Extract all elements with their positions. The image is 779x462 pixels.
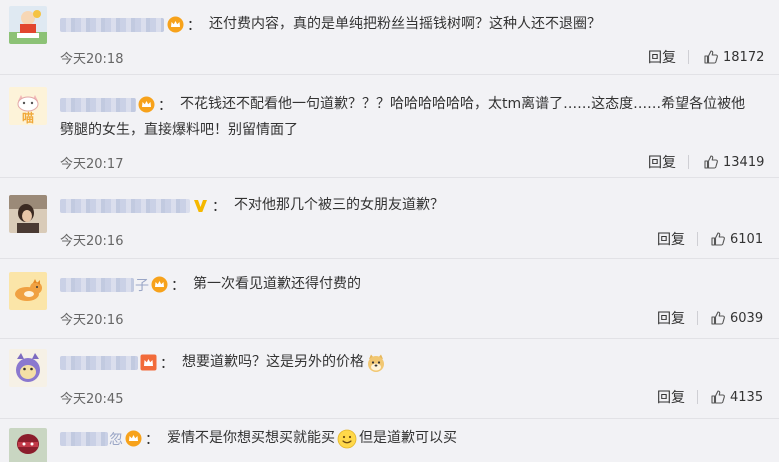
crown-badge-icon	[167, 16, 184, 33]
comment-item: ： 还付费内容，真的是单纯把粉丝当摇钱树啊？这种人还不退圈？ 今天20:18 回…	[0, 0, 779, 75]
comment-text: 第一次看见道歉还得付费的	[193, 276, 361, 292]
timestamp: 今天20:18	[60, 52, 124, 67]
comment-text: 不对他那几个被三的女朋友道歉？	[234, 197, 444, 213]
comment-text-line1: 不花钱还不配看他一句道歉？？？哈哈哈哈哈哈，太tm离谱了……这态度……希望各位被…	[180, 96, 746, 112]
username-blurred[interactable]	[60, 277, 134, 292]
username-blurred[interactable]	[60, 17, 164, 32]
divider	[697, 311, 698, 325]
like-count: 4135	[730, 389, 764, 405]
like-button[interactable]: 18172	[703, 49, 764, 65]
reply-button[interactable]: 回复	[657, 308, 685, 328]
timestamp: 今天20:16	[60, 234, 124, 249]
divider	[688, 50, 689, 64]
doge-emoji-icon	[366, 353, 386, 373]
comment-header: ： 不花钱还不配看他一句道歉？？？哈哈哈哈哈哈，太tm离谱了……这态度……希望各…	[60, 93, 745, 116]
comment-header: 忽 ： 爱情不是你想买想买就能买 但是道歉可以买	[60, 427, 457, 450]
colon: ：	[212, 198, 226, 215]
like-count: 13419	[723, 154, 765, 170]
colon: ：	[145, 431, 159, 448]
crown-badge-icon	[140, 354, 157, 371]
like-button[interactable]: 6039	[710, 310, 763, 326]
verified-v-icon	[192, 197, 209, 214]
like-count: 18172	[723, 49, 765, 65]
comment-header: 子 ： 第一次看见道歉还得付费的	[60, 273, 361, 296]
crown-badge-icon	[125, 430, 142, 447]
comment-text: 想要道歉吗？这是另外的价格	[182, 354, 364, 370]
reply-button[interactable]: 回复	[657, 229, 685, 249]
comment-feed: ： 还付费内容，真的是单纯把粉丝当摇钱树啊？这种人还不退圈？ 今天20:18 回…	[0, 0, 779, 462]
crown-badge-icon	[151, 276, 168, 293]
reply-button[interactable]: 回复	[648, 152, 676, 172]
avatar[interactable]	[9, 428, 47, 462]
comment-header: ： 还付费内容，真的是单纯把粉丝当摇钱树啊？这种人还不退圈？	[60, 13, 601, 36]
colon: ：	[158, 97, 172, 114]
comment-header: ： 想要道歉吗？这是另外的价格	[60, 351, 388, 374]
username-blurred[interactable]	[60, 198, 190, 213]
timestamp: 今天20:17	[60, 157, 124, 172]
username-tail: 子	[135, 277, 149, 294]
reply-button[interactable]: 回复	[648, 47, 676, 67]
colon: ：	[171, 277, 185, 294]
comment-text-line2: 劈腿的女生，直接爆料吧！别留情面了	[60, 122, 298, 138]
thumbs-up-icon	[704, 155, 718, 169]
comment-item: 子 ： 第一次看见道歉还得付费的 今天20:16 回复 6039	[0, 259, 779, 339]
thumbs-up-icon	[711, 311, 725, 325]
comment-item: 喵 ： 不花钱还不配看他一句道歉？？？哈哈哈哈哈哈，太tm离谱了……这态度……希…	[0, 75, 779, 178]
avatar[interactable]: 喵	[9, 87, 47, 125]
avatar[interactable]	[9, 349, 47, 387]
colon: ：	[187, 17, 201, 34]
reply-button[interactable]: 回复	[657, 387, 685, 407]
like-count: 6101	[730, 231, 764, 247]
thumbs-up-icon	[704, 50, 718, 64]
comment-text-part2: 但是道歉可以买	[359, 430, 457, 446]
divider	[688, 155, 689, 169]
username-blurred[interactable]	[60, 97, 136, 112]
like-button[interactable]: 6101	[710, 231, 763, 247]
comment-item: 忽 ： 爱情不是你想买想买就能买 但是道歉可以买	[0, 419, 779, 462]
avatar[interactable]	[9, 195, 47, 233]
username-blurred[interactable]	[60, 355, 138, 370]
timestamp: 今天20:16	[60, 313, 124, 328]
username-blurred[interactable]	[60, 431, 108, 446]
thumbs-up-icon	[711, 232, 725, 246]
timestamp: 今天20:45	[60, 392, 124, 407]
divider	[697, 232, 698, 246]
colon: ：	[160, 355, 174, 372]
smile-emoji-icon	[337, 429, 357, 449]
like-button[interactable]: 13419	[703, 154, 764, 170]
comment-item: ： 不对他那几个被三的女朋友道歉？ 今天20:16 回复 6101	[0, 178, 779, 259]
thumbs-up-icon	[711, 390, 725, 404]
like-button[interactable]: 4135	[710, 389, 763, 405]
comment-text: 还付费内容，真的是单纯把粉丝当摇钱树啊？这种人还不退圈？	[209, 16, 601, 32]
avatar[interactable]	[9, 6, 47, 44]
svg-text:喵: 喵	[22, 110, 34, 125]
comment-header: ： 不对他那几个被三的女朋友道歉？	[60, 194, 444, 217]
crown-badge-icon	[138, 96, 155, 113]
like-count: 6039	[730, 310, 764, 326]
comment-text-part1: 爱情不是你想买想买就能买	[167, 430, 335, 446]
comment-item: ： 想要道歉吗？这是另外的价格 今天20:45 回复 4135	[0, 339, 779, 419]
avatar[interactable]	[9, 272, 47, 310]
divider	[697, 390, 698, 404]
username-tail: 忽	[109, 431, 123, 448]
